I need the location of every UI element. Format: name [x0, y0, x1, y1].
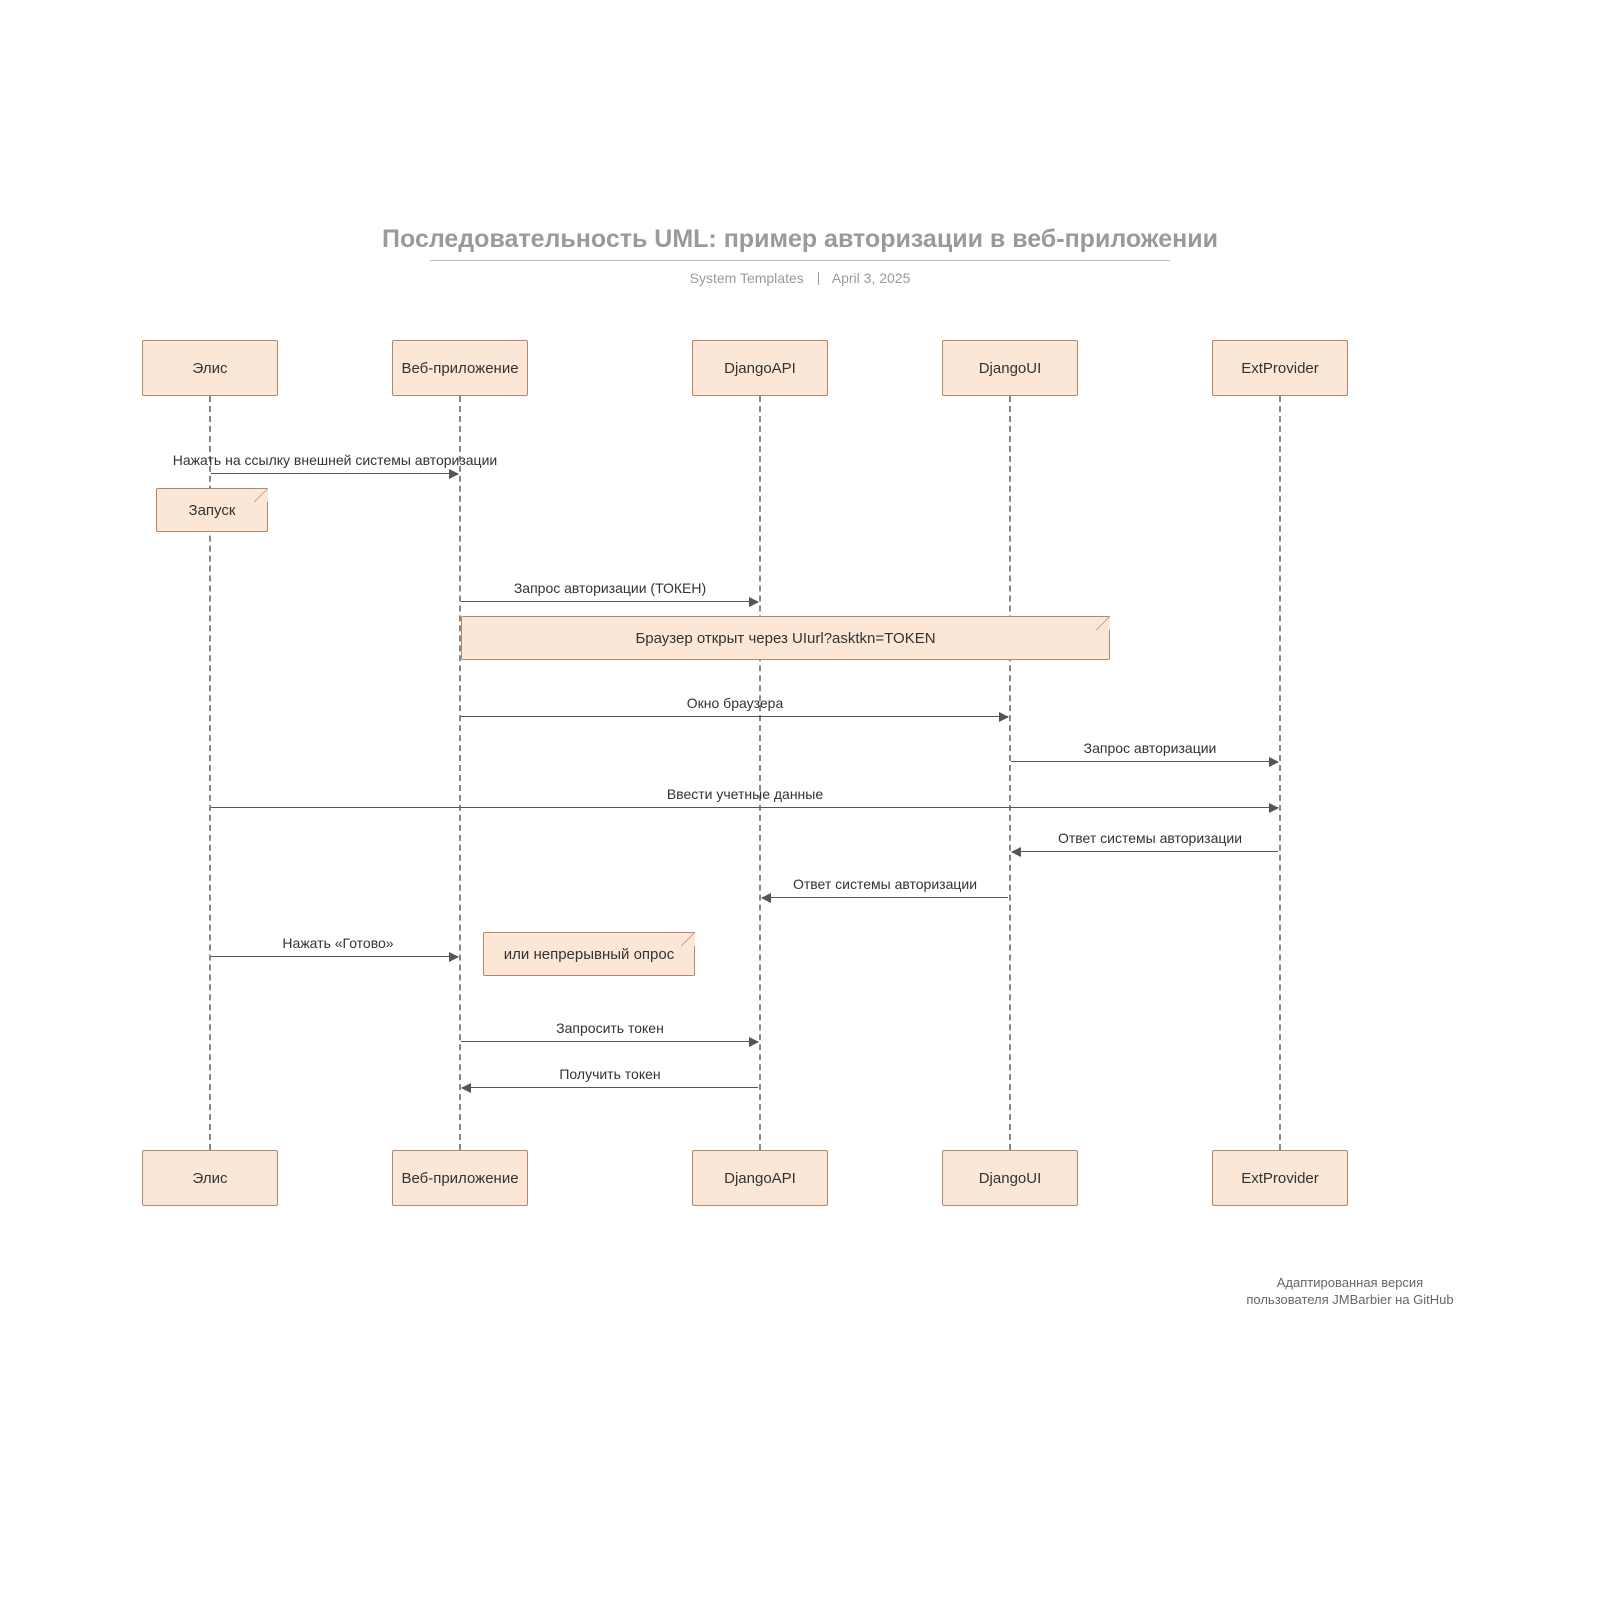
diagram-canvas: Последовательность UML: пример авторизац…	[0, 0, 1600, 1600]
note-browser-open: Браузер открыт через UIurl?asktkn=TOKEN	[461, 616, 1110, 660]
note-fold-icon	[1096, 616, 1110, 630]
participant-djangoui-top-label: DjangoUI	[979, 360, 1042, 377]
msg-browser-window: Окно браузера	[630, 695, 840, 711]
subtitle-author: System Templates	[690, 270, 804, 286]
participant-djangoapi-top: DjangoAPI	[692, 340, 828, 396]
participant-djangoapi-top-label: DjangoAPI	[724, 360, 796, 377]
participant-alice-top-label: Элис	[193, 360, 228, 377]
subtitle-separator	[818, 272, 819, 285]
arrow-m9	[461, 1041, 758, 1042]
participant-extprovider-top: ExtProvider	[1212, 340, 1348, 396]
note-start-label: Запуск	[189, 502, 236, 519]
participant-alice-top: Элис	[142, 340, 278, 396]
diagram-subtitle: System Templates April 3, 2025	[0, 270, 1600, 286]
participant-alice-bottom: Элис	[142, 1150, 278, 1206]
footer-line1: Адаптированная версия	[1277, 1275, 1423, 1290]
note-continuous-poll-label: или непрерывный опрос	[504, 946, 674, 963]
participant-extprovider-bottom-label: ExtProvider	[1241, 1170, 1319, 1187]
footer-credit: Адаптированная версия пользователя JMBar…	[1215, 1275, 1485, 1309]
msg-request-token: Запросить токен	[540, 1020, 680, 1036]
msg-click-done: Нажать «Готово»	[258, 935, 418, 951]
lifeline-djangoui	[1009, 396, 1011, 1150]
participant-webapp-top-label: Веб-приложение	[401, 360, 518, 377]
msg-auth-request-token: Запрос авторизации (ТОКЕН)	[480, 580, 740, 596]
footer-line2: пользователя JMBarbier на GitHub	[1246, 1292, 1453, 1307]
msg-auth-response-2: Ответ системы авторизации	[775, 876, 995, 892]
participant-djangoapi-bottom-label: DjangoAPI	[724, 1170, 796, 1187]
arrow-m4	[1011, 761, 1278, 762]
participant-djangoui-top: DjangoUI	[942, 340, 1078, 396]
participant-djangoapi-bottom: DjangoAPI	[692, 1150, 828, 1206]
lifeline-webapp	[459, 396, 461, 1150]
arrow-m10	[462, 1087, 758, 1088]
lifeline-extprovider	[1279, 396, 1281, 1150]
participant-djangoui-bottom: DjangoUI	[942, 1150, 1078, 1206]
msg-get-token: Получить токен	[545, 1066, 675, 1082]
arrow-m8	[211, 956, 458, 957]
note-continuous-poll: или непрерывный опрос	[483, 932, 695, 976]
participant-webapp-bottom: Веб-приложение	[392, 1150, 528, 1206]
subtitle-date: April 3, 2025	[832, 270, 911, 286]
participant-webapp-bottom-label: Веб-приложение	[401, 1170, 518, 1187]
note-browser-open-label: Браузер открыт через UIurl?asktkn=TOKEN	[635, 630, 935, 647]
arrow-m6	[1012, 851, 1278, 852]
arrow-m7	[762, 897, 1008, 898]
msg-auth-request: Запрос авторизации	[1060, 740, 1240, 756]
participant-djangoui-bottom-label: DjangoUI	[979, 1170, 1042, 1187]
note-start: Запуск	[156, 488, 268, 532]
participant-extprovider-bottom: ExtProvider	[1212, 1150, 1348, 1206]
participant-extprovider-top-label: ExtProvider	[1241, 360, 1319, 377]
lifeline-djangoapi	[759, 396, 761, 1150]
note-fold-icon	[681, 932, 695, 946]
participant-alice-bottom-label: Элис	[193, 1170, 228, 1187]
diagram-title: Последовательность UML: пример авторизац…	[0, 225, 1600, 254]
arrow-m3	[461, 716, 1008, 717]
msg-click-ext-auth: Нажать на ссылку внешней системы авториз…	[165, 452, 505, 468]
note-fold-icon	[254, 488, 268, 502]
participant-webapp-top: Веб-приложение	[392, 340, 528, 396]
msg-auth-response-1: Ответ системы авторизации	[1040, 830, 1260, 846]
arrow-m2	[461, 601, 758, 602]
arrow-m1	[211, 473, 458, 474]
title-underline	[430, 260, 1170, 261]
arrow-m5	[211, 807, 1278, 808]
msg-enter-credentials: Ввести учетные данные	[620, 786, 870, 802]
